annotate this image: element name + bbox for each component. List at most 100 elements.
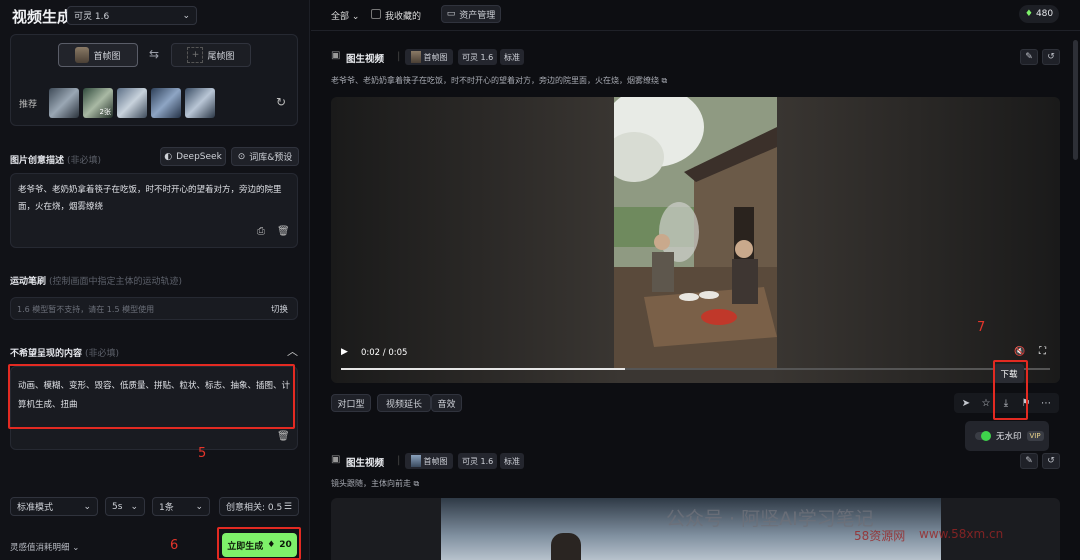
lexicon-label: 词库&预设 — [249, 153, 293, 163]
scrollbar[interactable] — [1073, 40, 1078, 160]
lexicon-button[interactable]: ⊙ 词库&预设 — [231, 147, 299, 166]
image-icon: ▣ — [331, 50, 341, 61]
chip-model: 可灵 1.6 — [458, 49, 498, 65]
prompt-title: 图片创意描述 — [10, 156, 65, 166]
more-icon[interactable]: ⋯ — [1037, 394, 1055, 412]
refresh-icon[interactable]: ↻ — [276, 95, 286, 109]
motion-section-title: 运动笔刷 (控制画面中指定主体的运动轨迹) — [10, 274, 182, 287]
regenerate-icon[interactable]: ↺ — [1042, 453, 1060, 469]
last-frame-label: 尾帧图 — [207, 51, 235, 62]
sliders-icon: ☰ — [283, 501, 292, 512]
recommend-thumb[interactable] — [151, 88, 181, 118]
negative-hint: (非必填) — [85, 349, 120, 359]
favorites-label: 我收藏的 — [385, 12, 422, 22]
relevance-value: 创意相关: 0.5 — [226, 503, 283, 513]
swap-icon[interactable]: ⇆ — [149, 47, 159, 61]
chevron-down-icon: ⌄ — [72, 543, 80, 553]
save-icon[interactable]: ⎙ — [257, 226, 265, 237]
deepseek-label: DeepSeek — [176, 151, 222, 162]
assets-label: 资产管理 — [459, 10, 496, 21]
count-select[interactable]: 1条 ⌄ — [152, 497, 210, 516]
sound-button[interactable]: 音效 — [431, 394, 462, 412]
card-prompt: 老爷爷、老奶奶拿着筷子在吃饭，时不时开心的望着对方，旁边的院里面，火在烧，烟雾缭… — [331, 75, 667, 86]
prompt-text: 老爷爷、老奶奶拿着筷子在吃饭，时不时开心的望着对方，旁边的院里面，火在烧，烟雾缭… — [18, 185, 282, 212]
first-frame-label: 首帧图 — [93, 51, 121, 62]
send-icon[interactable]: ➤ — [957, 394, 975, 412]
credits-badge[interactable]: ♦ 480 — [1019, 5, 1059, 23]
chip-first-label: 首帧图 — [423, 456, 448, 466]
last-frame-button[interactable]: + 尾帧图 — [171, 43, 251, 67]
watermark-toggle[interactable]: 无水印 VIP — [965, 421, 1049, 451]
results-panel: 全部 ⌄ 我收藏的 ▭ 资产管理 ♦ 480 ▣ 图生视频 | 首帧图 可灵 1.6… — [311, 0, 1080, 560]
video-player[interactable]: ▶ 0:02 / 0:05 🔇 ⛶ — [331, 97, 1060, 383]
chip-model: 可灵 1.6 — [458, 453, 498, 469]
favorites-checkbox[interactable] — [371, 9, 381, 19]
regenerate-icon[interactable]: ↺ — [1042, 49, 1060, 65]
first-frame-button[interactable]: 首帧图 — [58, 43, 138, 67]
flame-icon: ♦ — [1024, 9, 1033, 19]
recommend-thumb[interactable] — [49, 88, 79, 118]
chip-first-frame: 首帧图 — [405, 49, 453, 65]
overlay-site-url: www.58xm.cn — [919, 527, 1004, 541]
filter-value: 全部 — [331, 12, 350, 22]
recommend-thumb[interactable]: 2张 — [83, 88, 113, 118]
consume-label: 灵感值消耗明细 — [10, 543, 70, 553]
duration-select[interactable]: 5s ⌄ — [105, 497, 145, 516]
recommend-thumb[interactable] — [117, 88, 147, 118]
lipsync-button[interactable]: 对口型 — [331, 394, 371, 412]
motion-placeholder: 1.6 模型暂不支持，请在 1.5 模型使用 — [17, 305, 155, 314]
negative-title: 不希望呈现的内容 — [10, 349, 83, 359]
mode-select[interactable]: 标准模式 ⌄ — [10, 497, 98, 516]
trash-icon[interactable]: 🗑 — [277, 431, 290, 442]
copy-icon[interactable]: ⧉ — [662, 76, 668, 85]
copy-icon[interactable]: ⧉ — [414, 479, 420, 488]
chip-mode: 标准 — [500, 453, 524, 469]
annotation-box-7 — [993, 360, 1028, 420]
negative-section-title: 不希望呈现的内容 (非必填) — [10, 346, 119, 359]
annotation-box-6 — [217, 527, 301, 560]
switch-button[interactable]: 切换 — [271, 303, 288, 315]
folder-icon: ▭ — [446, 9, 456, 19]
extend-button[interactable]: 视频延长 — [377, 394, 431, 412]
edit-icon[interactable]: ✎ — [1020, 453, 1038, 469]
trash-icon[interactable]: 🗑 — [277, 226, 290, 237]
deepseek-button[interactable]: ◐ DeepSeek — [160, 147, 226, 166]
left-panel: 视频生成 可灵 1.6 ⌄ 首帧图 ⇆ + 尾帧图 推荐 2张 ↻ 图片创意描述… — [0, 0, 310, 560]
progress-fill — [341, 368, 625, 370]
model-select[interactable]: 可灵 1.6 ⌄ — [67, 6, 197, 25]
prompt-textarea[interactable]: 老爷爷、老奶奶拿着筷子在吃饭，时不时开心的望着对方，旁边的院里面，火在烧，烟雾缭… — [10, 173, 298, 248]
motion-title: 运动笔刷 — [10, 277, 47, 287]
divider — [311, 30, 1080, 31]
overlay-watermark: 公众号 · 阿坚AI学习笔记 — [666, 508, 874, 530]
chevron-down-icon: ⌄ — [182, 10, 190, 21]
edit-icon[interactable]: ✎ — [1020, 49, 1038, 65]
annotation-number-6: 6 — [170, 538, 179, 553]
whale-icon: ◐ — [164, 151, 173, 162]
progress-track[interactable] — [341, 368, 1050, 370]
card-prompt-text: 老爷爷、老奶奶拿着筷子在吃饭，时不时开心的望着对方，旁边的院里面，火在烧，烟雾缭… — [331, 76, 659, 85]
filter-dropdown[interactable]: 全部 ⌄ — [331, 9, 359, 22]
frames-card: 首帧图 ⇆ + 尾帧图 推荐 2张 ↻ — [10, 34, 298, 126]
count-value: 1条 — [159, 503, 174, 513]
annotation-box-5 — [8, 364, 295, 429]
chevron-up-icon[interactable]: ︿ — [287, 343, 298, 359]
watermark-label: 无水印 — [996, 432, 1022, 442]
toggle-switch — [975, 431, 991, 441]
consume-detail-link[interactable]: 灵感值消耗明细 ⌄ — [10, 541, 79, 553]
annotation-number-5: 5 — [198, 446, 207, 461]
mute-icon[interactable]: 🔇 — [1014, 347, 1025, 357]
prompt-section-title: 图片创意描述 (非必填) — [10, 153, 101, 166]
play-icon[interactable]: ▶ — [341, 347, 348, 357]
card-prompt: 镜头跟随，主体向前走 ⧉ — [331, 478, 419, 489]
recommend-badge: 2张 — [99, 108, 111, 116]
assets-button[interactable]: ▭ 资产管理 — [441, 5, 501, 23]
chip-first-frame: 首帧图 — [405, 453, 453, 469]
recommend-thumb[interactable] — [185, 88, 215, 118]
fullscreen-icon[interactable]: ⛶ — [1039, 346, 1046, 357]
relevance-slider[interactable]: 创意相关: 0.5 ☰ — [219, 497, 299, 516]
recommend-label: 推荐 — [19, 100, 38, 110]
annotation-number-7: 7 — [977, 320, 986, 335]
plus-icon: + — [187, 47, 204, 63]
model-select-value: 可灵 1.6 — [74, 12, 110, 22]
chip-first-label: 首帧图 — [423, 52, 448, 62]
